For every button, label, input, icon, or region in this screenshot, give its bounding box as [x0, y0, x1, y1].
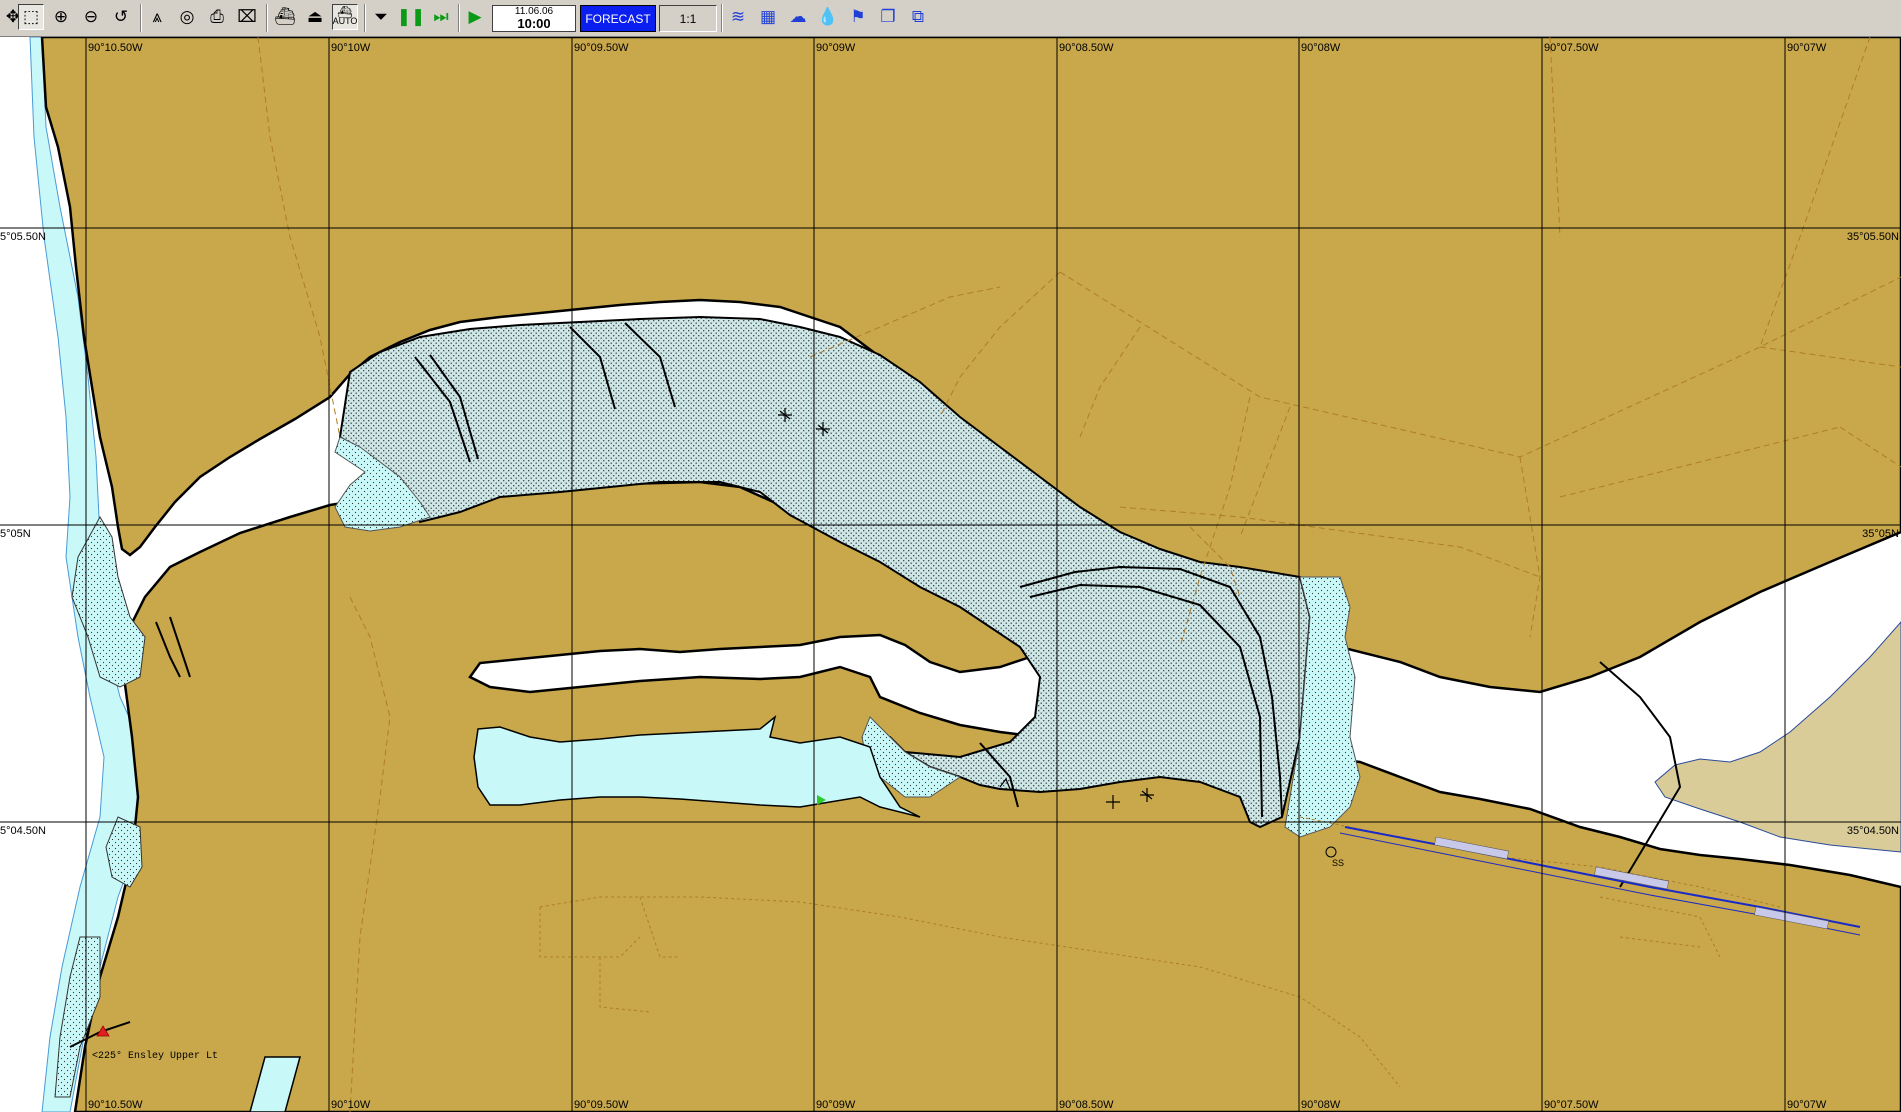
export-button[interactable]: ⎙ — [204, 4, 230, 30]
lat-label-right: 35°05N — [1862, 528, 1899, 540]
weather-icon: ☁ — [789, 7, 807, 26]
wind-button[interactable]: ⚑ — [845, 4, 871, 30]
compass-icon: ⩓ — [152, 7, 162, 26]
toolbar-separator — [721, 4, 723, 32]
play-icon: ▶ — [468, 7, 482, 26]
auto-button[interactable]: ⛴ AUTO — [332, 4, 358, 30]
lon-label-bottom: 90°10.50W — [88, 1099, 143, 1111]
beacon-label: SS — [1332, 858, 1344, 868]
pause-button[interactable]: ❚❚ — [396, 4, 426, 30]
zoom-out-button[interactable]: ⊖ — [78, 4, 104, 30]
stop-button[interactable]: ⏷ — [368, 4, 394, 30]
undo-icon: ↺ — [113, 7, 129, 26]
lon-label-top: 90°07W — [1787, 42, 1827, 54]
current-icon: ≋ — [730, 7, 746, 26]
window-button[interactable]: ⧉ — [905, 4, 931, 30]
time-text: 10:00 — [517, 16, 551, 31]
window-icon: ⧉ — [911, 7, 925, 26]
lat-label-right: 35°04.50N — [1847, 825, 1899, 837]
ship-small-button[interactable]: ⏏ — [302, 4, 328, 30]
zoom-in-button[interactable]: ⊕ — [48, 4, 74, 30]
lon-label-bottom: 90°07W — [1787, 1099, 1827, 1111]
lat-label-right: 35°05.50N — [1847, 231, 1899, 243]
fast-forward-button[interactable]: ⏭ — [428, 4, 454, 30]
pointer-icon: ⬚ — [22, 7, 40, 26]
ship-icon: ⛴ — [274, 7, 296, 26]
lat-label-left: 5°05N — [0, 528, 31, 540]
date-time-display[interactable]: 11.06.06 10:00 — [492, 5, 576, 32]
layers-button[interactable]: ❐ — [875, 4, 901, 30]
ship-button[interactable]: ⛴ — [272, 4, 298, 30]
lat-label-left: 5°05.50N — [0, 231, 46, 243]
zoom-out-icon: ⊖ — [83, 7, 99, 26]
undo-zoom-button[interactable]: ↺ — [108, 4, 134, 30]
tide-icon: 💧 — [817, 7, 839, 26]
lon-label-top: 90°08W — [1301, 42, 1341, 54]
erase-icon: ⌧ — [237, 7, 257, 26]
toolbar-separator — [458, 4, 460, 32]
zoom-in-icon: ⊕ — [53, 7, 69, 26]
wind-icon: ⚑ — [850, 7, 866, 26]
lon-label-bottom: 90°07.50W — [1544, 1099, 1599, 1111]
select-button[interactable]: ⬚ — [18, 4, 44, 30]
lon-label-top: 90°07.50W — [1544, 42, 1599, 54]
lon-label-bottom: 90°09W — [816, 1099, 856, 1111]
target-icon: ◎ — [179, 7, 195, 26]
lon-label-top: 90°10W — [331, 42, 371, 54]
toolbar-separator — [364, 4, 366, 32]
ship-small-icon: ⏏ — [306, 7, 324, 26]
fast-forward-icon: ⏭ — [433, 7, 449, 26]
stop-icon: ⏷ — [374, 7, 388, 26]
layers-icon: ❐ — [880, 7, 896, 26]
toolbar-separator — [140, 4, 142, 32]
lon-label-top: 90°08.50W — [1059, 42, 1114, 54]
grid-button[interactable]: ▦ — [755, 4, 781, 30]
lon-label-bottom: 90°09.50W — [574, 1099, 629, 1111]
current-button[interactable]: ≋ — [725, 4, 751, 30]
route-button[interactable]: ⩓ — [144, 4, 170, 30]
lon-label-top: 90°10.50W — [88, 42, 143, 54]
scale-display[interactable]: 1:1 — [659, 5, 717, 32]
lon-label-bottom: 90°10W — [331, 1099, 371, 1111]
tide-button[interactable]: 💧 — [815, 4, 841, 30]
lon-label-bottom: 90°08.50W — [1059, 1099, 1114, 1111]
pause-icon: ❚❚ — [396, 7, 426, 26]
lon-label-top: 90°09W — [816, 42, 856, 54]
toolbar: ✥ ⬚ ⊕ ⊖ ↺ ⩓ ◎ ⎙ ⌧ ⛴ ⏏ ⛴ AUTO ⏷ ❚❚ ⏭ ▶ 11.… — [0, 0, 1901, 37]
light-label: <225° Ensley Upper Lt — [92, 1050, 218, 1062]
grid-icon: ▦ — [759, 7, 777, 26]
erase-button[interactable]: ⌧ — [234, 4, 260, 30]
lat-label-left: 5°04.50N — [0, 825, 46, 837]
lon-label-top: 90°09.50W — [574, 42, 629, 54]
forecast-button[interactable]: FORECAST — [580, 5, 656, 32]
nautical-chart[interactable]: 90°10.50W 90°10W 90°09.50W 90°09W 90°08.… — [0, 37, 1901, 1112]
play-button[interactable]: ▶ — [462, 4, 488, 30]
export-icon: ⎙ — [210, 7, 224, 26]
target-button[interactable]: ◎ — [174, 4, 200, 30]
weather-button[interactable]: ☁ — [785, 4, 811, 30]
lon-label-bottom: 90°08W — [1301, 1099, 1341, 1111]
toolbar-separator — [266, 4, 268, 32]
auto-label: AUTO — [332, 16, 358, 26]
